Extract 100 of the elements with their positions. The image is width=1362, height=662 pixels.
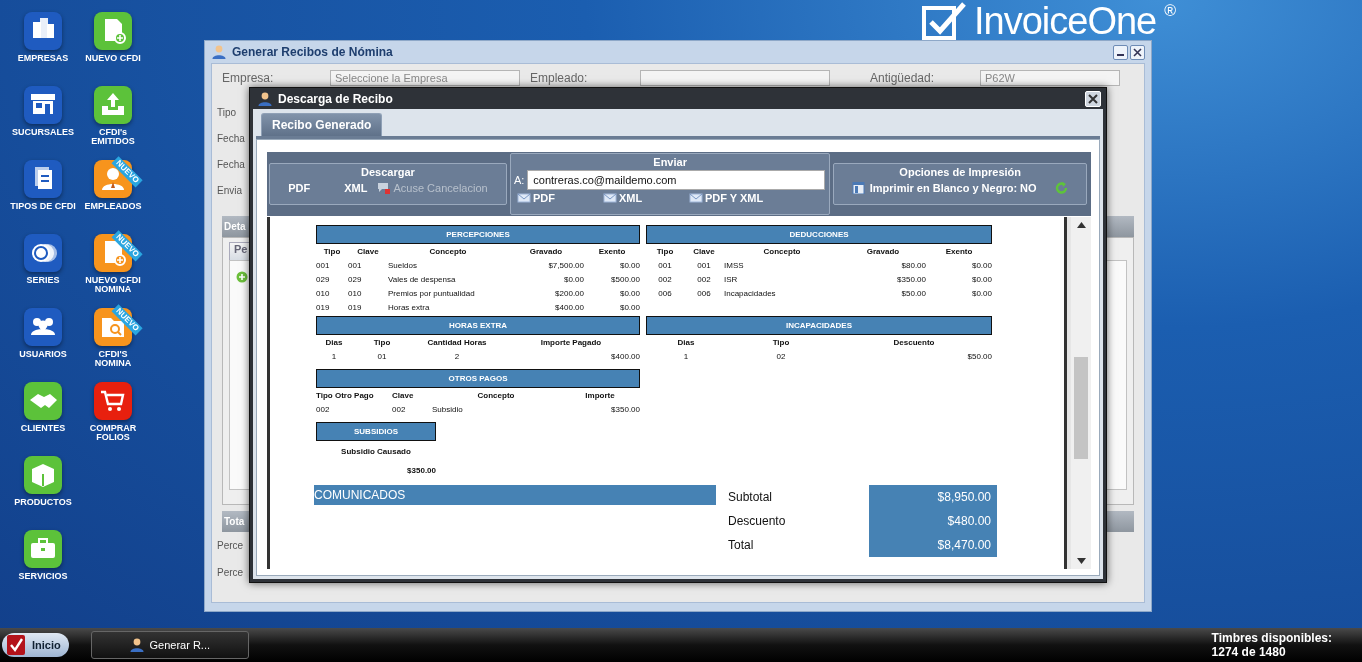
table-cell-text: 029 <box>348 274 363 284</box>
app-label[interactable]: NUEVO CFDI <box>85 54 141 64</box>
app-label[interactable]: EMPLEADOS <box>84 202 142 212</box>
app-label[interactable]: NUEVO CFDI NOMINA <box>85 276 141 295</box>
column-header: Tipo <box>771 337 791 347</box>
app-tile[interactable] <box>24 86 62 124</box>
total-value: $8,470.00 <box>937 538 991 552</box>
table-cell-text: 1 <box>330 351 338 361</box>
table-cell-text: $350.00 <box>406 465 436 475</box>
add-icon[interactable] <box>236 271 248 283</box>
app-label[interactable]: CFDI's EMITIDOS <box>91 128 135 147</box>
app-tile[interactable] <box>94 86 132 124</box>
start-button[interactable]: Inicio <box>2 633 69 657</box>
tab[interactable]: Recibo Generado <box>261 113 383 136</box>
table-cell-text: 1 <box>682 351 690 361</box>
print-option-link[interactable]: Imprimir en Blanco y Negro: NO <box>869 182 1037 194</box>
app-label[interactable]: USUARIOS <box>19 350 67 360</box>
section-header: DEDUCCIONES <box>646 225 992 244</box>
app-tile[interactable] <box>24 160 62 198</box>
app-label[interactable]: COMPRAR FOLIOS <box>89 424 137 443</box>
table-cell-text: $0.00 <box>970 274 992 284</box>
minimize-button[interactable] <box>1113 44 1128 60</box>
download-link[interactable]: PDF <box>288 182 311 194</box>
send-link[interactable]: PDF <box>532 192 555 204</box>
table-cell-text: Sueldos <box>388 260 418 270</box>
table-cell-text: $200.00 <box>554 288 584 298</box>
scrollbar-thumb[interactable] <box>1074 357 1088 459</box>
column-header: Clave <box>392 390 415 400</box>
table-cell-text: $0.00 <box>618 288 640 298</box>
table-cell-text: 001 <box>316 260 331 270</box>
app-label[interactable]: SERIES <box>26 276 60 286</box>
table-cell-text: 010 <box>316 288 331 298</box>
table-icon <box>851 182 866 194</box>
total-label: Total <box>728 538 754 552</box>
close-button[interactable] <box>1130 44 1145 60</box>
column-header: Dias <box>676 337 696 347</box>
table-cell-text: 2 <box>453 351 461 361</box>
app-label[interactable]: CFDI'S NOMINA <box>94 350 132 369</box>
table-cell-text: Premios por puntualidad <box>388 288 476 298</box>
column-header: Descuento <box>892 337 936 347</box>
table-cell-text: $80.00 <box>900 260 926 270</box>
column-header: Concepto <box>476 390 516 400</box>
table-cell-text: 002 <box>696 274 712 284</box>
send-link[interactable]: PDF Y XML <box>704 192 764 204</box>
total-value: $8,950.00 <box>937 490 991 504</box>
section-header: SUBSIDIOS <box>316 422 436 441</box>
minimize-icon <box>1117 53 1124 56</box>
notices-header: COMUNICADOS <box>314 485 716 505</box>
app-label[interactable]: TIPOS DE CFDI <box>10 202 76 212</box>
app-tile[interactable] <box>24 382 62 420</box>
app-label[interactable]: EMPRESAS <box>17 54 69 64</box>
table-cell-text: $400.00 <box>554 302 584 312</box>
table-cell-text: $0.00 <box>562 274 584 284</box>
table-cell-text: Subsidio <box>432 404 464 414</box>
download-link[interactable]: XML <box>344 182 368 194</box>
registered-mark: ® <box>1164 2 1177 20</box>
app-tile[interactable] <box>24 530 62 568</box>
table-cell-text: 002 <box>316 404 331 414</box>
scrollbar[interactable] <box>1071 217 1091 569</box>
window-title: Generar Recibos de Nómina <box>232 45 393 59</box>
app-label[interactable]: SERVICIOS <box>18 572 68 582</box>
app-tile[interactable] <box>24 234 62 272</box>
field-label: Empleado: <box>530 71 589 85</box>
stamps-count: 1274 de 1480 <box>1211 645 1287 659</box>
column-header: Concepto <box>428 246 468 256</box>
up-arrow-icon[interactable] <box>1076 222 1086 228</box>
table-cell-text: $50.00 <box>900 288 926 298</box>
table-cell-text: 001 <box>657 260 673 270</box>
close-icon <box>1133 47 1142 57</box>
down-arrow-icon[interactable] <box>1076 558 1086 564</box>
app-tile[interactable] <box>24 12 62 50</box>
app-label[interactable]: SUCURSALES <box>12 128 74 138</box>
stamps-label: Timbres disponibles: <box>1211 631 1332 645</box>
app-label[interactable]: PRODUCTOS <box>14 498 72 508</box>
column-header: Clave <box>356 246 380 256</box>
app-tile[interactable] <box>24 456 62 494</box>
dialog-title: Descarga de Recibo <box>278 91 393 106</box>
table-cell-text: $50.00 <box>966 351 992 361</box>
table-cell-text: $400.00 <box>610 351 640 361</box>
table-cell-text: $0.00 <box>970 288 992 298</box>
column-header: Tipo Otro Pago <box>316 390 375 400</box>
table-cell-text: 029 <box>316 274 331 284</box>
speech-bubble-icon <box>377 182 392 194</box>
table-cell-text: $350.00 <box>896 274 926 284</box>
email-field[interactable]: contreras.co@maildemo.com <box>527 170 826 190</box>
total-label: Subtotal <box>728 490 773 504</box>
app-tile[interactable] <box>94 382 132 420</box>
column-header: Cantidad Horas <box>426 337 488 347</box>
column-header: Importe <box>584 390 616 400</box>
taskbar-window-button[interactable]: Generar R... <box>90 631 249 659</box>
send-link[interactable]: XML <box>618 192 643 204</box>
app-tile[interactable] <box>24 308 62 346</box>
field-label: Fecha <box>217 132 245 144</box>
employee-dropdown[interactable] <box>640 70 830 86</box>
table-cell-text: $7,500.00 <box>547 260 584 270</box>
column-header: Subsidio Causado <box>340 446 412 456</box>
app-label[interactable]: CLIENTES <box>20 424 66 434</box>
app-tile[interactable] <box>94 12 132 50</box>
table-cell-text: 002 <box>657 274 673 284</box>
table-cell-text: Incapacidades <box>724 288 777 298</box>
